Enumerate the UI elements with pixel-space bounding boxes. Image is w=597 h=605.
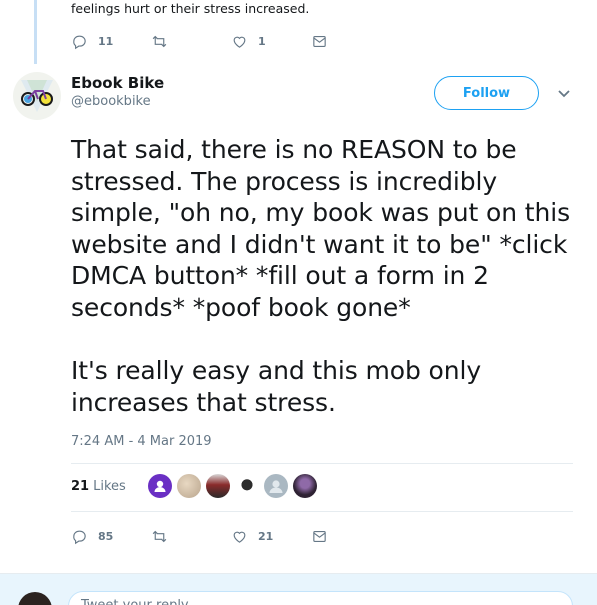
follow-button[interactable]: Follow	[434, 76, 539, 110]
likes-row: 21 Likes	[71, 474, 322, 498]
liker-avatar[interactable]	[147, 474, 172, 498]
more-options-button[interactable]	[556, 85, 572, 101]
chevron-down-icon	[558, 90, 570, 98]
bike-logo-icon	[21, 80, 53, 112]
envelope-icon	[313, 530, 326, 542]
liker-avatars	[147, 474, 322, 498]
like-button[interactable]: 1	[231, 31, 311, 51]
previous-tweet-action-bar: 11 1	[71, 31, 391, 51]
previous-tweet-text: feelings hurt or their stress increased.	[71, 1, 310, 16]
tweet-text: That said, there is no REASON to be stre…	[71, 134, 581, 418]
liker-avatar[interactable]	[205, 474, 230, 498]
reply-count: 85	[98, 529, 114, 543]
retweet-icon	[152, 530, 167, 542]
retweet-icon	[152, 35, 167, 47]
retweet-button[interactable]	[151, 31, 231, 51]
current-user-avatar	[18, 592, 52, 605]
author-info: Ebook Bike @ebookbike	[71, 74, 164, 111]
thread-connector-line	[34, 0, 37, 64]
heart-icon	[233, 531, 246, 543]
author-avatar[interactable]	[13, 72, 61, 120]
reply-icon	[73, 35, 86, 49]
author-handle[interactable]: @ebookbike	[71, 93, 164, 111]
default-user-icon	[269, 480, 283, 493]
author-name[interactable]: Ebook Bike	[71, 74, 164, 93]
like-count: 1	[258, 34, 266, 48]
direct-message-button[interactable]	[311, 526, 391, 546]
direct-message-button[interactable]	[311, 31, 391, 51]
like-count: 21	[258, 529, 274, 543]
user-silhouette-icon	[154, 480, 166, 492]
liker-avatar[interactable]	[263, 474, 288, 498]
stats-divider-bottom	[71, 511, 573, 512]
liker-avatar[interactable]	[234, 474, 259, 498]
reply-composer: Tweet your reply	[0, 573, 597, 605]
stats-divider-top	[71, 463, 573, 464]
tweet-paragraph-1: That said, there is no REASON to be stre…	[71, 135, 571, 322]
tweet-timestamp[interactable]: 7:24 AM - 4 Mar 2019	[71, 434, 212, 449]
reply-button[interactable]: 11	[71, 31, 151, 51]
liker-avatar[interactable]	[292, 474, 317, 498]
retweet-button[interactable]	[151, 526, 231, 546]
envelope-icon	[313, 35, 326, 47]
reply-button[interactable]: 85	[71, 526, 151, 546]
likes-label: Likes	[93, 478, 126, 494]
reply-icon	[73, 530, 86, 544]
tweet-paragraph-2: It's really easy and this mob only incre…	[71, 356, 482, 417]
reply-input[interactable]: Tweet your reply	[68, 591, 573, 605]
heart-icon	[233, 36, 246, 48]
likes-number: 21	[71, 478, 90, 494]
like-button[interactable]: 21	[231, 526, 311, 546]
liker-avatar[interactable]	[176, 474, 201, 498]
likes-stat[interactable]: 21 Likes	[71, 479, 126, 494]
reply-count: 11	[98, 34, 114, 48]
tweet-action-bar: 85 21	[71, 526, 391, 546]
